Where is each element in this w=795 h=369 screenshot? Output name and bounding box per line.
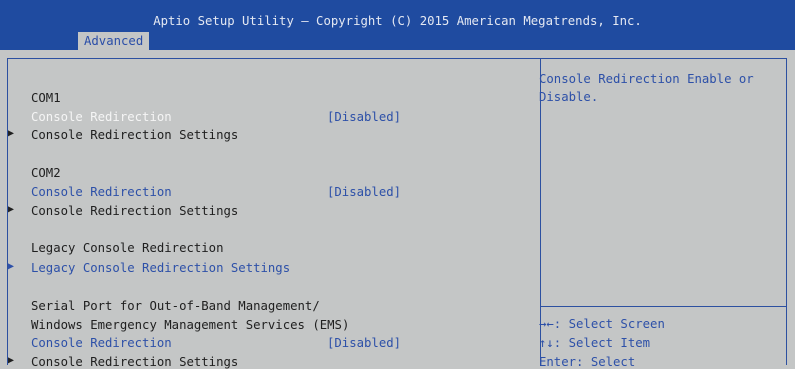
com1-console-redirection-value[interactable]: [Disabled] bbox=[327, 110, 401, 124]
submenu-arrow-icon: ▶ bbox=[8, 204, 15, 215]
key-hint-select-item: ↑↓: Select Item bbox=[539, 336, 651, 350]
com2-console-redirection-value[interactable]: [Disabled] bbox=[327, 185, 401, 199]
title-bar: Aptio Setup Utility – Copyright (C) 2015… bbox=[0, 0, 795, 50]
com2-console-redirection[interactable]: Console Redirection bbox=[31, 185, 172, 199]
key-hint-enter-select: Enter: Select bbox=[539, 355, 636, 369]
ems-redirection-settings[interactable]: Console Redirection Settings bbox=[31, 355, 238, 369]
key-hint-select-screen: →←: Select Screen bbox=[539, 317, 665, 331]
ems-heading-line2: Windows Emergency Management Services (E… bbox=[31, 318, 350, 332]
com1-heading: COM1 bbox=[31, 91, 61, 105]
com1-redirection-settings[interactable]: Console Redirection Settings bbox=[31, 128, 238, 142]
com2-redirection-settings[interactable]: Console Redirection Settings bbox=[31, 204, 238, 218]
com1-console-redirection[interactable]: Console Redirection bbox=[31, 110, 172, 124]
ems-heading-line1: Serial Port for Out-of-Band Management/ bbox=[31, 299, 320, 313]
app-title: Aptio Setup Utility – Copyright (C) 2015… bbox=[153, 14, 642, 28]
ems-console-redirection[interactable]: Console Redirection bbox=[31, 336, 172, 350]
submenu-arrow-icon: ▶ bbox=[8, 261, 15, 272]
submenu-arrow-icon: ▶ bbox=[8, 128, 15, 139]
legacy-heading: Legacy Console Redirection bbox=[31, 241, 224, 255]
ems-console-redirection-value[interactable]: [Disabled] bbox=[327, 336, 401, 350]
help-divider bbox=[541, 306, 786, 307]
submenu-arrow-icon: ▶ bbox=[8, 355, 15, 366]
help-text-line2: Disable. bbox=[539, 90, 599, 104]
help-text-line1: Console Redirection Enable or bbox=[539, 72, 754, 86]
main-frame: COM1 Console Redirection [Disabled] ▶ Co… bbox=[7, 58, 787, 369]
tab-advanced[interactable]: Advanced bbox=[78, 32, 150, 50]
legacy-redirection-settings[interactable]: Legacy Console Redirection Settings bbox=[31, 261, 290, 275]
com2-heading: COM2 bbox=[31, 166, 61, 180]
